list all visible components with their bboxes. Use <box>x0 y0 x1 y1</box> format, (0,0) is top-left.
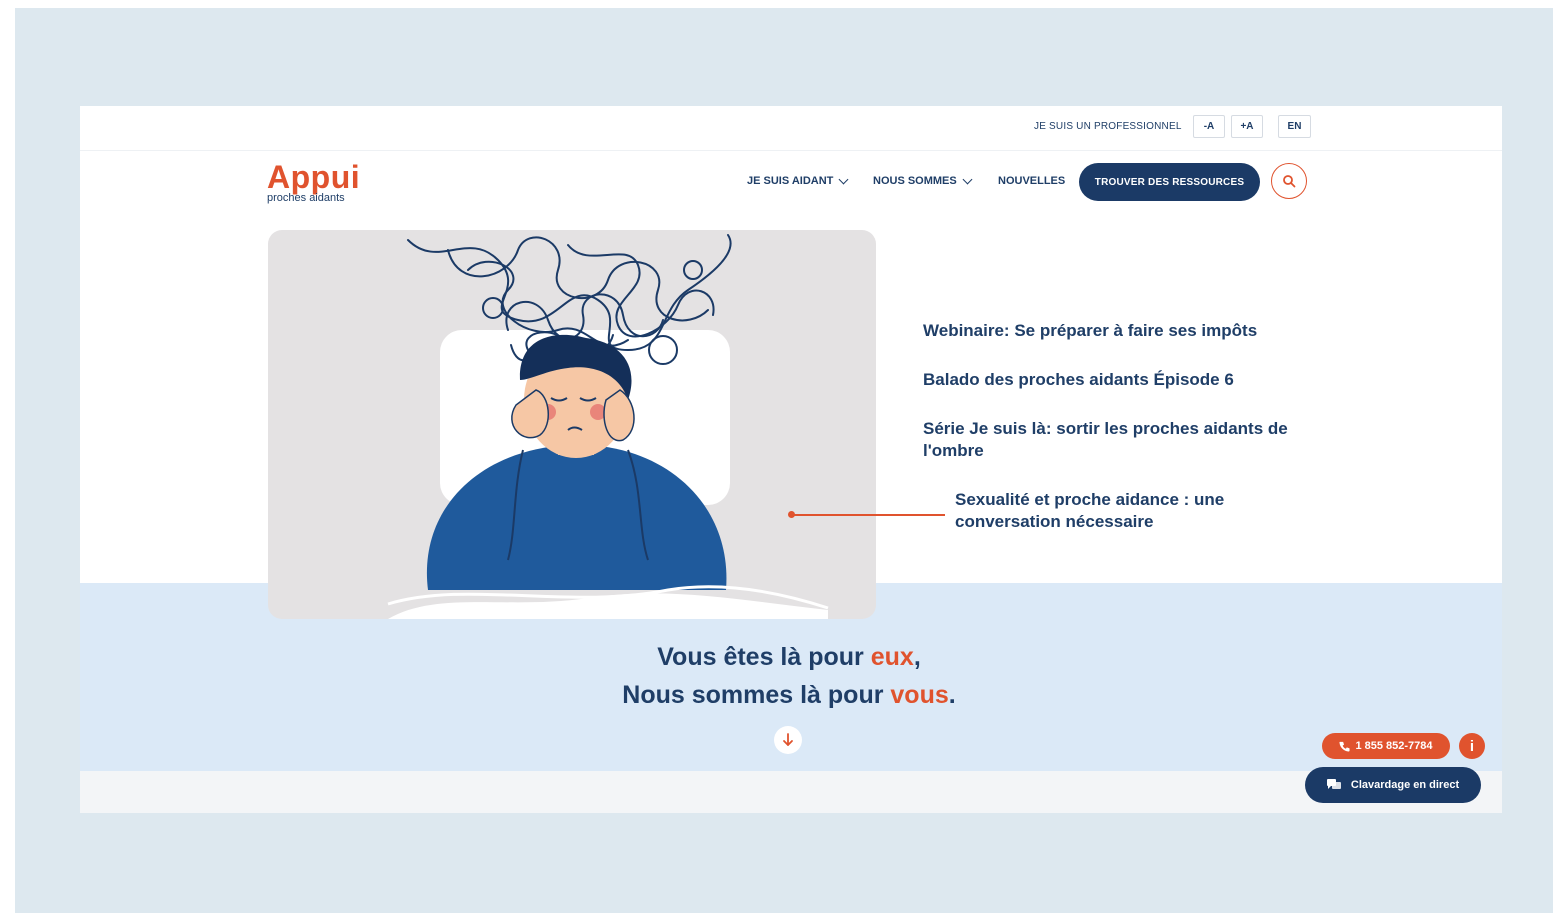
nav-item-je-suis-aidant[interactable]: JE SUIS AIDANT <box>747 174 849 187</box>
hero-illustration <box>268 230 876 619</box>
website-viewport: JE SUIS UN PROFESSIONNEL -A +A EN Appui … <box>80 106 1502 813</box>
tagline-punct: , <box>913 643 921 671</box>
chat-icon <box>1326 779 1341 789</box>
tagline-text: Nous sommes là pour <box>622 681 891 709</box>
info-button[interactable]: i <box>1459 733 1485 759</box>
tagline-text: Vous êtes là pour <box>657 643 871 671</box>
search-icon <box>1283 175 1296 188</box>
chevron-down-icon <box>962 174 973 184</box>
site-logo[interactable]: Appui proches aidants <box>267 160 360 204</box>
scroll-down-button[interactable] <box>774 726 802 754</box>
professional-link[interactable]: JE SUIS UN PROFESSIONNEL <box>1034 121 1182 132</box>
phone-icon <box>1339 741 1350 752</box>
tagline-accent: vous <box>890 681 949 709</box>
news-link-3[interactable]: Série Je suis là: sortir les proches aid… <box>923 418 1313 462</box>
nav-item-label: NOUVELLES <box>998 175 1066 187</box>
language-toggle-button[interactable]: EN <box>1278 115 1311 138</box>
news-link-1[interactable]: Webinaire: Se préparer à faire ses impôt… <box>923 320 1313 342</box>
tagline-line-1: Vous êtes là pour eux, <box>80 638 1498 676</box>
logo-wordmark: Appui <box>267 159 361 195</box>
nav-item-label: JE SUIS AIDANT <box>747 175 834 187</box>
tagline-accent: eux <box>870 643 914 671</box>
tagline-punct: . <box>948 681 956 709</box>
tagline-line-2: Nous sommes là pour vous. <box>80 676 1498 714</box>
phone-number: 1 855 852-7784 <box>1355 740 1433 752</box>
search-button[interactable] <box>1271 163 1307 199</box>
info-icon: i <box>1469 737 1475 755</box>
hero-tagline: Vous êtes là pour eux, Nous sommes là po… <box>80 638 1498 714</box>
active-news-dot <box>788 511 795 518</box>
utility-bar: JE SUIS UN PROFESSIONNEL -A +A EN <box>80 106 1502 151</box>
font-decrease-button[interactable]: -A <box>1193 115 1225 138</box>
arrow-down-icon <box>783 733 793 746</box>
nav-item-nouvelles[interactable]: NOUVELLES <box>998 175 1065 187</box>
chat-label: Clavardage en direct <box>1350 779 1460 791</box>
chevron-down-icon <box>838 174 849 184</box>
news-link-4-active[interactable]: Sexualité et proche aidance : une conver… <box>955 489 1285 533</box>
find-resources-button[interactable]: TROUVER DES RESSOURCES <box>1079 163 1260 201</box>
nav-item-label: NOUS SOMMES <box>873 175 957 187</box>
nav-item-nous-sommes[interactable]: NOUS SOMMES <box>873 174 973 187</box>
font-increase-button[interactable]: +A <box>1231 115 1263 138</box>
active-news-connector <box>791 514 945 516</box>
news-link-2[interactable]: Balado des proches aidants Épisode 6 <box>923 369 1313 391</box>
live-chat-button[interactable]: Clavardage en direct <box>1305 767 1481 803</box>
phone-button[interactable]: 1 855 852-7784 <box>1322 733 1450 759</box>
footer-strip <box>80 771 1502 813</box>
